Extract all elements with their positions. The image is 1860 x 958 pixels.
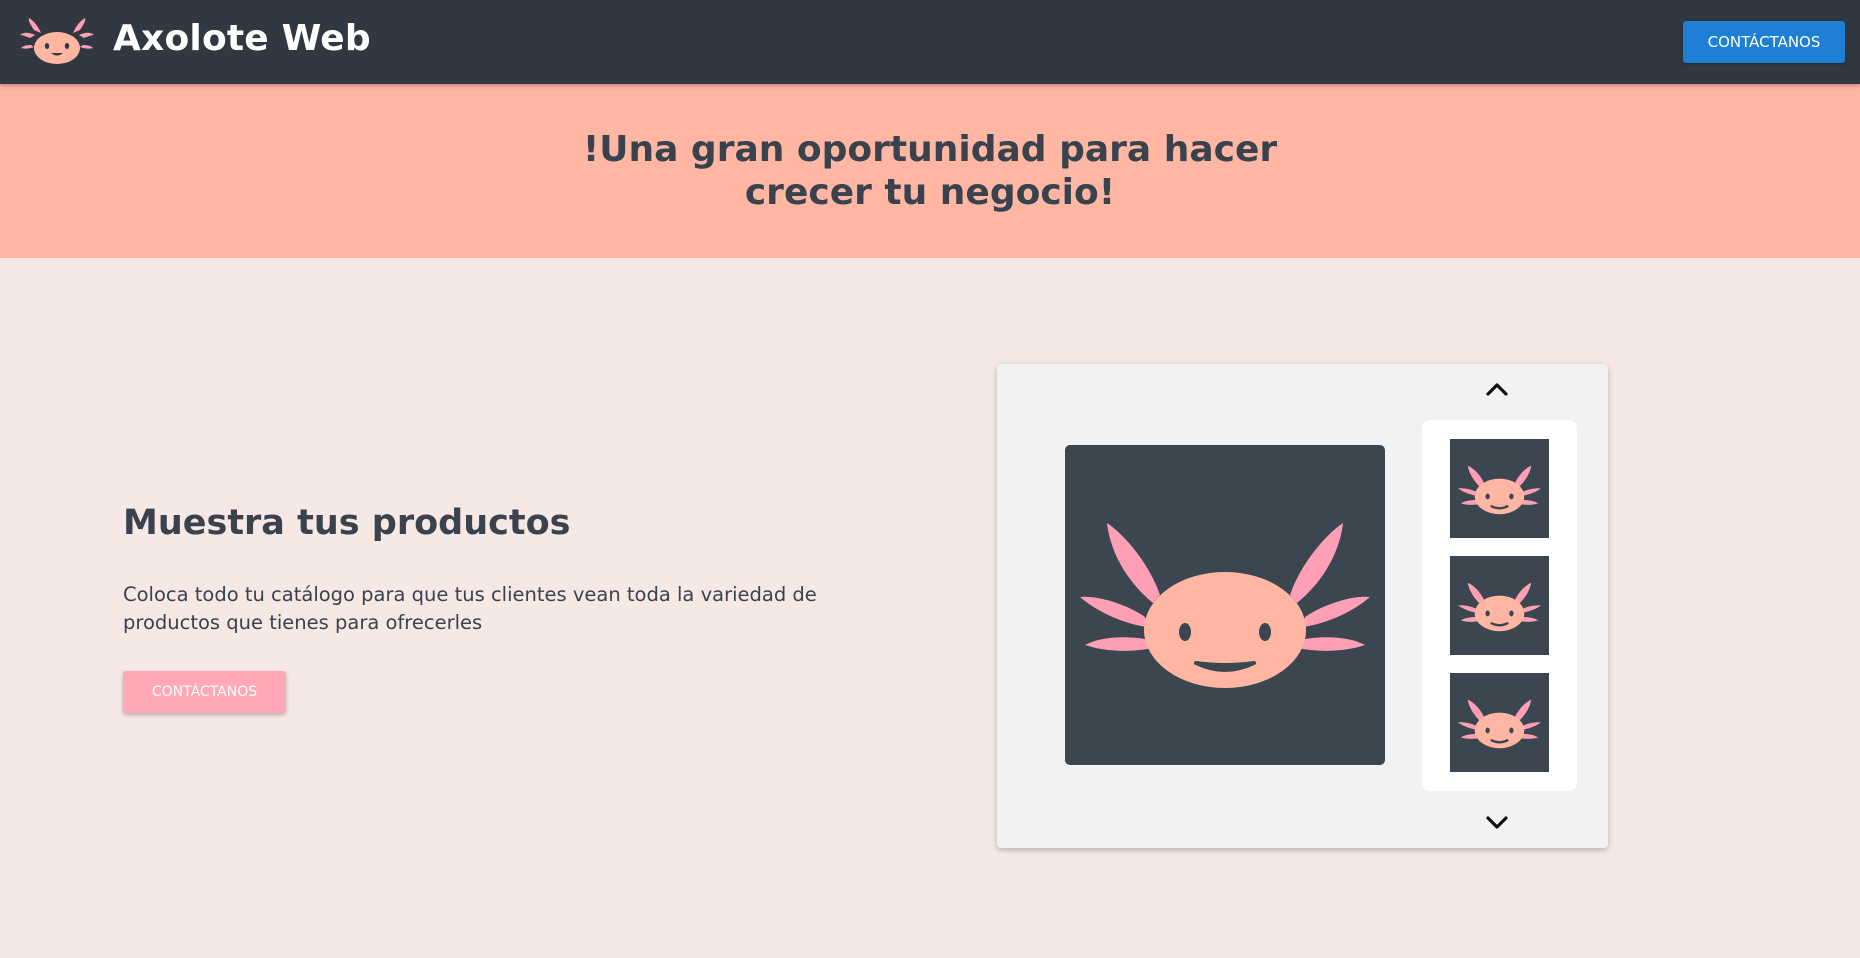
product-gallery <box>997 364 1608 848</box>
chevron-down-icon[interactable] <box>1482 810 1512 836</box>
chevron-up-icon[interactable] <box>1482 376 1512 402</box>
header-contact-button[interactable]: CONTÁCTANOS <box>1683 21 1845 63</box>
feature-description: Coloca todo tu catálogo para que tus cli… <box>123 583 817 634</box>
axolotl-icon <box>1457 465 1542 515</box>
feature-title: Muestra tus productos <box>123 503 571 543</box>
thumbnail-2[interactable] <box>1450 556 1549 655</box>
axolotl-icon <box>1457 582 1542 632</box>
thumbnail-list <box>1422 420 1577 791</box>
main-product-image <box>1065 445 1385 765</box>
top-navbar: Axolote Web CONTÁCTANOS <box>0 0 1860 84</box>
axolotl-icon <box>1080 523 1370 688</box>
hero-banner: !Una gran oportunidad para hacer crecer … <box>0 84 1860 258</box>
banner-title: !Una gran oportunidad para hacer crecer … <box>582 129 1278 213</box>
axolotl-logo-icon[interactable] <box>20 18 94 64</box>
brand-name[interactable]: Axolote Web <box>113 18 371 59</box>
feature-contact-button[interactable]: CONTÁCTANOS <box>123 671 286 713</box>
axolotl-icon <box>1457 699 1542 749</box>
thumbnail-3[interactable] <box>1450 673 1549 772</box>
thumbnail-1[interactable] <box>1450 439 1549 538</box>
